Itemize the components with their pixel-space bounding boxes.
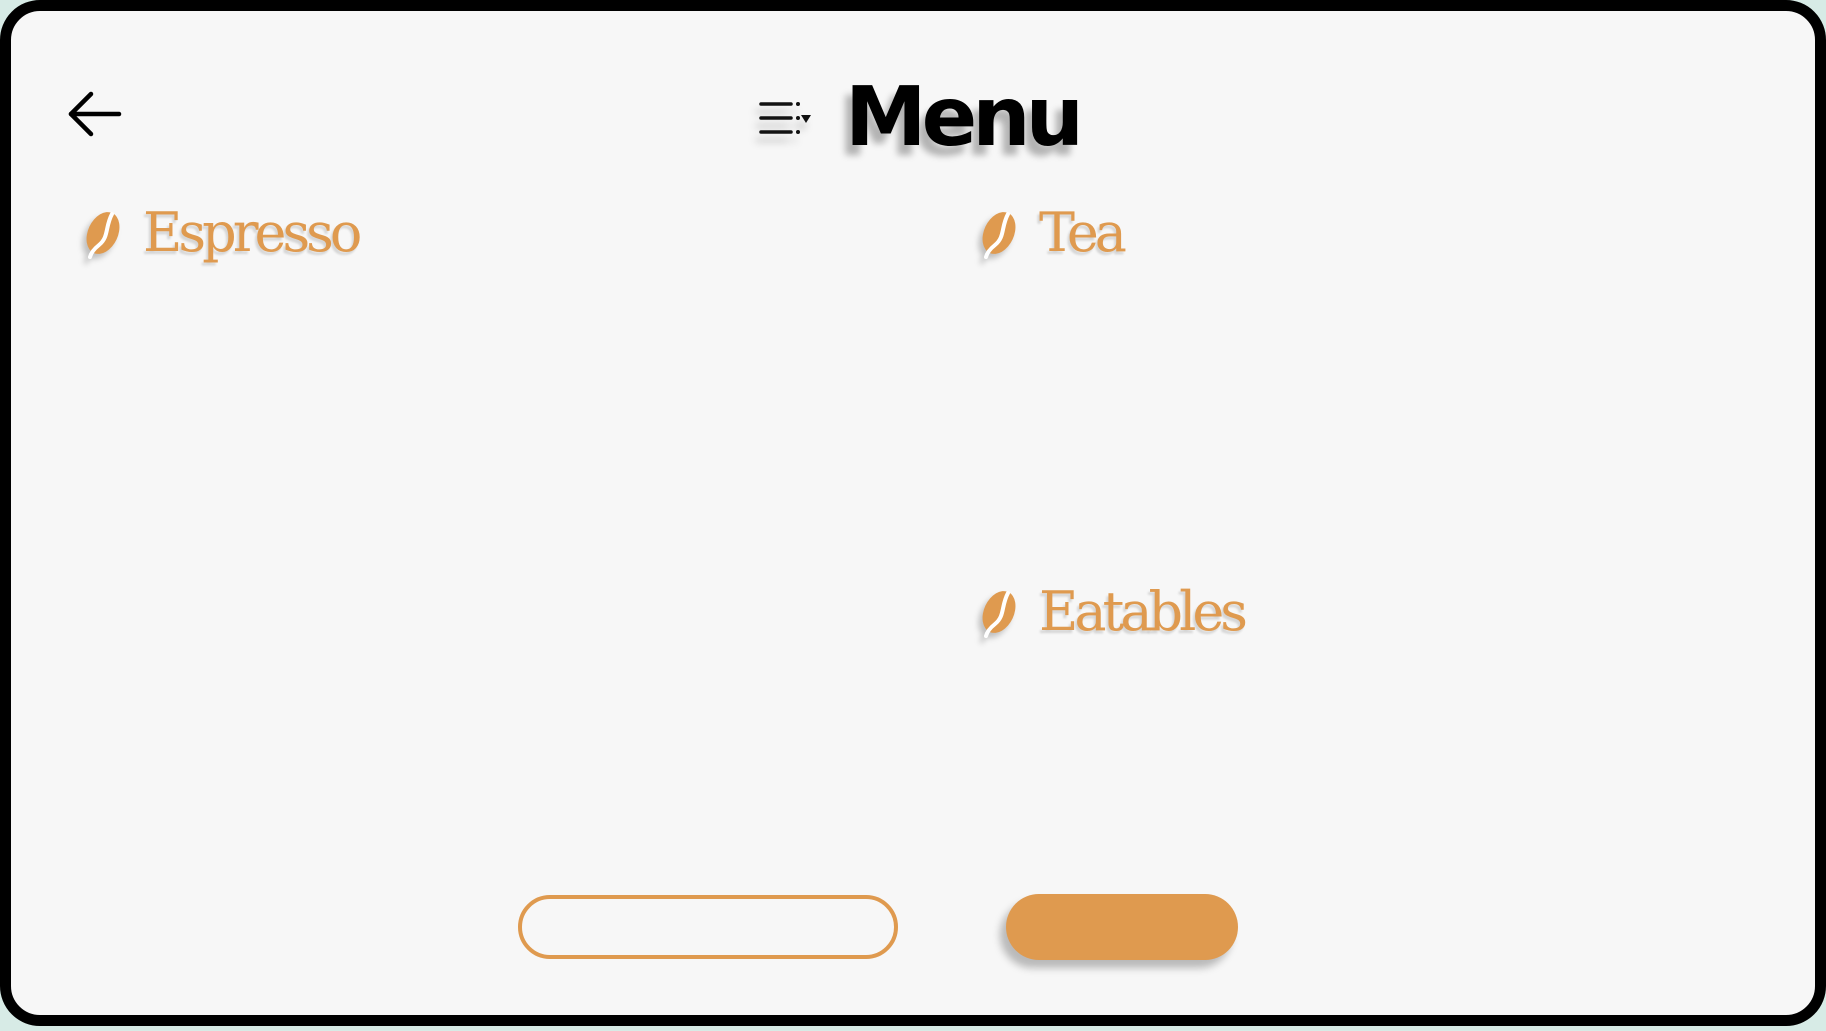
category-label: Tea	[1039, 201, 1127, 264]
coffee-bean-icon	[86, 212, 120, 259]
category-eatables[interactable]: Eatables	[977, 580, 1248, 643]
category-label: Eatables	[1039, 580, 1248, 643]
coffee-bean-icon	[982, 591, 1016, 638]
category-espresso[interactable]: Espresso	[81, 201, 362, 264]
category-label: Espresso	[143, 201, 362, 264]
primary-button[interactable]	[1006, 894, 1238, 960]
secondary-button[interactable]	[518, 895, 898, 959]
page-header: Menu	[751, 70, 1084, 165]
back-button[interactable]	[67, 89, 125, 139]
app-window: Menu Espresso Tea Eatables	[0, 0, 1826, 1026]
list-filter-icon[interactable]	[751, 88, 821, 148]
coffee-bean-icon	[982, 212, 1016, 259]
arrow-left-icon	[68, 91, 122, 137]
category-tea[interactable]: Tea	[977, 201, 1127, 264]
page-title: Menu	[845, 70, 1084, 165]
